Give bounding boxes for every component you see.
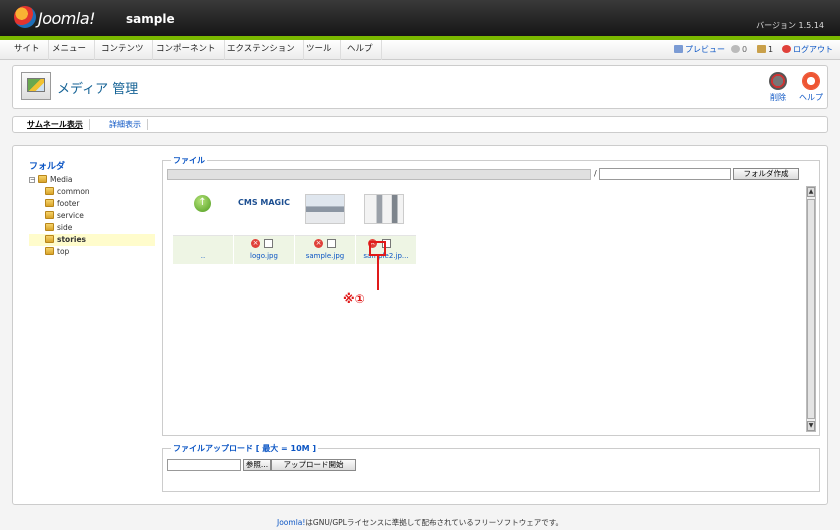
delete-button[interactable]: 削除	[763, 72, 793, 103]
file-item-sample[interactable]: × sample.jpg	[295, 186, 355, 264]
users-count[interactable]: 1	[757, 40, 773, 60]
file-name[interactable]: sample2.jp...	[356, 252, 416, 260]
folder-up-label: ..	[200, 252, 206, 260]
scrollbar-thumb[interactable]	[807, 199, 815, 419]
path-separator: /	[594, 169, 597, 178]
folder-icon	[45, 211, 54, 219]
folder-icon	[45, 187, 54, 195]
annotation-label: ※①	[343, 292, 365, 306]
page-footer: Joomla!はGNU/GPLライセンスに準拠して配布されているフリーソフトウェ…	[0, 517, 840, 528]
thumbnail-image[interactable]	[364, 194, 404, 224]
annotation-highlight-box	[369, 241, 386, 256]
delete-file-icon[interactable]: ×	[314, 239, 323, 248]
create-folder-button[interactable]: フォルダ作成	[733, 168, 799, 180]
preview-link[interactable]: プレビュー	[674, 40, 725, 60]
tree-node-side[interactable]: side	[29, 222, 155, 234]
version-text: バージョン 1.5.14	[756, 21, 824, 30]
new-folder-name-input[interactable]	[599, 168, 731, 180]
collapse-icon[interactable]: −	[29, 177, 35, 183]
users-icon	[757, 45, 766, 53]
tree-node-common[interactable]: common	[29, 186, 155, 198]
upload-file-input[interactable]	[167, 459, 241, 471]
upload-legend: ファイルアップロード [ 最大 = 10M ]	[171, 443, 319, 454]
logout-link[interactable]: ログアウト	[782, 40, 833, 60]
view-submenu: サムネール表示 詳細表示	[12, 116, 828, 133]
tree-node-top[interactable]: top	[29, 246, 155, 258]
logout-icon	[782, 45, 791, 53]
file-thumbnail-area: ↑ .. CMS MAGIC × logo.jpg × sample.jpg ×…	[167, 186, 807, 432]
tree-node-service[interactable]: service	[29, 210, 155, 222]
folder-icon	[45, 247, 54, 255]
menu-help[interactable]: ヘルプ	[339, 40, 382, 60]
page-title: メディア 管理	[57, 82, 139, 97]
delete-file-icon[interactable]: ×	[251, 239, 260, 248]
tree-node-stories[interactable]: stories	[29, 234, 155, 246]
current-path-bar	[167, 169, 591, 180]
menu-menus[interactable]: メニュー	[44, 40, 96, 60]
select-file-checkbox[interactable]	[264, 239, 273, 248]
main-menu: サイト メニュー コンテンツ コンポーネント エクステンション ツール ヘルプ …	[0, 40, 840, 60]
preview-icon	[674, 45, 683, 53]
folder-tree-label: フォルダ	[29, 162, 66, 172]
file-area-scrollbar[interactable]: ▲ ▼	[806, 186, 816, 432]
thumbnail-image[interactable]	[305, 194, 345, 224]
folder-icon	[38, 175, 47, 183]
files-fieldset: ファイル / フォルダ作成 ↑ .. CMS MAGIC × logo.jpg …	[162, 155, 820, 436]
scroll-down-arrow-icon[interactable]: ▼	[807, 421, 815, 431]
menu-tools[interactable]: ツール	[298, 40, 341, 60]
joomla-logo-icon	[14, 6, 36, 28]
browse-button[interactable]: 参照...	[243, 459, 271, 471]
annotation-leader-line	[377, 256, 379, 290]
file-item-sample2[interactable]: × sample2.jp...	[356, 186, 416, 264]
lifebuoy-icon	[802, 72, 820, 90]
select-file-checkbox[interactable]	[327, 239, 336, 248]
folder-icon	[45, 199, 54, 207]
tab-detail-view[interactable]: 詳細表示	[103, 119, 148, 130]
folder-icon	[45, 235, 54, 243]
menu-content[interactable]: コンテンツ	[93, 40, 153, 60]
folder-up-item[interactable]: ↑ ..	[173, 186, 233, 264]
messages-icon	[731, 45, 740, 53]
upload-fieldset: ファイルアップロード [ 最大 = 10M ] 参照... アップロード開始	[162, 443, 820, 492]
file-name[interactable]: sample.jpg	[295, 252, 355, 260]
admin-header: Joomla! sample バージョン 1.5.14	[0, 0, 840, 36]
joomla-link[interactable]: Joomla!	[277, 518, 305, 527]
file-item-logo[interactable]: CMS MAGIC × logo.jpg	[234, 186, 294, 264]
menu-components[interactable]: コンポーネント	[148, 40, 225, 60]
scroll-up-arrow-icon[interactable]: ▲	[807, 187, 815, 197]
menu-site[interactable]: サイト	[6, 40, 49, 60]
toolbar-box: メディア 管理 削除 ヘルプ	[12, 65, 828, 109]
media-manager-icon	[21, 72, 51, 100]
folder-tree: フォルダ − Media common footer service side s…	[29, 159, 155, 258]
folder-icon	[45, 223, 54, 231]
site-name: sample	[126, 12, 175, 26]
tree-node-footer[interactable]: footer	[29, 198, 155, 210]
menu-extensions[interactable]: エクステンション	[219, 40, 304, 60]
tab-thumbnail-view[interactable]: サムネール表示	[21, 119, 90, 130]
folder-up-icon[interactable]: ↑	[194, 195, 211, 212]
footer-text: はGNU/GPLライセンスに準拠して配布されているフリーソフトウェアです。	[305, 518, 563, 527]
thumbnail-image[interactable]: CMS MAGIC	[237, 198, 291, 207]
help-button[interactable]: ヘルプ	[796, 72, 826, 103]
file-name[interactable]: logo.jpg	[234, 252, 294, 260]
tree-node-media[interactable]: − Media	[29, 174, 155, 186]
files-legend: ファイル	[171, 155, 207, 166]
brand-name: Joomla!	[38, 9, 96, 28]
trash-icon	[769, 72, 787, 90]
media-manager-panel: フォルダ − Media common footer service side s…	[12, 145, 828, 505]
start-upload-button[interactable]: アップロード開始	[271, 459, 356, 471]
messages-count[interactable]: 0	[731, 40, 747, 60]
